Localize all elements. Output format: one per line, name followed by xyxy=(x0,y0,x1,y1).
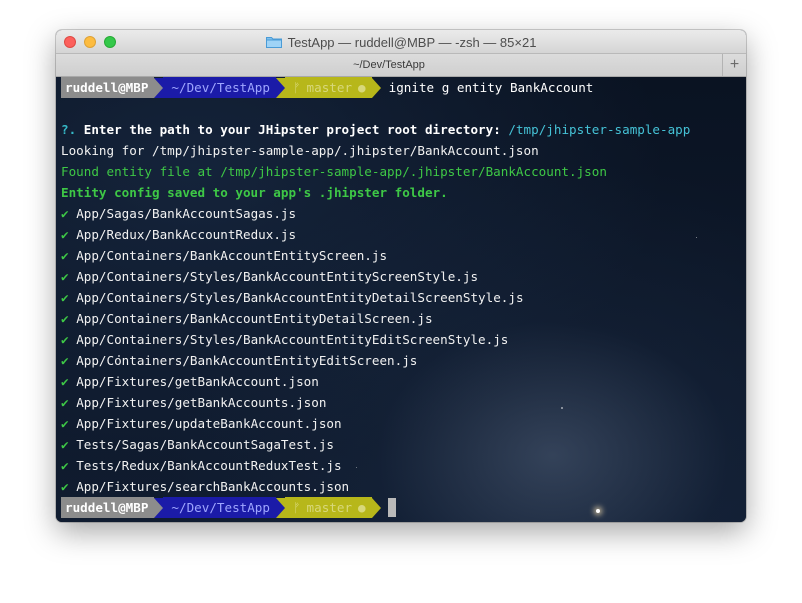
file-path: App/Fixtures/getBankAccounts.json xyxy=(76,395,327,410)
prompt-directory: ~/Dev/TestApp xyxy=(163,497,276,518)
file-path: Tests/Redux/BankAccountReduxTest.js xyxy=(76,458,342,473)
question-text: Enter the path to your JHipster project … xyxy=(83,122,501,137)
looking-line: Looking for /tmp/jhipster-sample-app/.jh… xyxy=(61,143,539,158)
text-cursor[interactable] xyxy=(387,498,396,517)
question-line: ?. Enter the path to your JHipster proje… xyxy=(61,119,741,140)
file-created-line: ✔ App/Containers/BankAccountEntityScreen… xyxy=(61,245,741,266)
checkmark-icon: ✔ xyxy=(61,416,69,431)
checkmark-icon: ✔ xyxy=(61,458,69,473)
file-created-line: ✔ App/Containers/Styles/BankAccountEntit… xyxy=(61,266,741,287)
file-path: App/Fixtures/updateBankAccount.json xyxy=(76,416,342,431)
file-path: App/Containers/BankAccountEntityDetailSc… xyxy=(76,311,433,326)
file-path: App/Containers/BankAccountEntityEditScre… xyxy=(76,353,418,368)
checkmark-icon: ✔ xyxy=(61,479,69,494)
file-created-line: ✔ App/Fixtures/getBankAccounts.json xyxy=(61,392,741,413)
powerline-separator xyxy=(154,497,164,518)
file-created-line: ✔ App/Redux/BankAccountRedux.js xyxy=(61,224,741,245)
tab-testapp[interactable]: ~/Dev/TestApp xyxy=(56,54,722,76)
folder-icon xyxy=(265,37,282,48)
checkmark-icon: ✔ xyxy=(61,395,69,410)
checkmark-icon: ✔ xyxy=(61,332,69,347)
file-path: Tests/Sagas/BankAccountSagaTest.js xyxy=(76,437,334,452)
file-path: App/Fixtures/searchBankAccounts.json xyxy=(76,479,350,494)
file-path: App/Containers/Styles/BankAccountEntityD… xyxy=(76,290,524,305)
file-path: App/Redux/BankAccountRedux.js xyxy=(76,227,297,242)
prompt-directory: ~/Dev/TestApp xyxy=(163,77,276,98)
tab-label: ~/Dev/TestApp xyxy=(353,59,425,71)
window-title: TestApp — ruddell@MBP — -zsh — 85×21 xyxy=(287,34,537,50)
git-branch-name: master xyxy=(306,80,353,95)
question-mark: ?. xyxy=(61,122,77,137)
file-created-line: ✔ App/Fixtures/getBankAccount.json xyxy=(61,371,741,392)
file-created-line: ✔ Tests/Redux/BankAccountReduxTest.js xyxy=(61,455,741,476)
question-answer: /tmp/jhipster-sample-app xyxy=(508,122,691,137)
terminal-window: TestApp — ruddell@MBP — -zsh — 85×21 ~/D… xyxy=(56,30,746,522)
tab-bar: ~/Dev/TestApp + xyxy=(56,54,746,77)
powerline-separator xyxy=(275,497,285,518)
checkmark-icon: ✔ xyxy=(61,269,69,284)
prompt-git: ᚠ master ● xyxy=(284,497,372,518)
file-created-line: ✔ App/Containers/Styles/BankAccountEntit… xyxy=(61,287,741,308)
found-line: Found entity file at /tmp/jhipster-sampl… xyxy=(61,164,607,179)
generated-file-list: ✔ App/Sagas/BankAccountSagas.js ✔ App/Red… xyxy=(61,203,741,497)
checkmark-icon: ✔ xyxy=(61,206,69,221)
checkmark-icon: ✔ xyxy=(61,248,69,263)
file-created-line: ✔ App/Fixtures/searchBankAccounts.json xyxy=(61,476,741,497)
saved-line: Entity config saved to your app's .jhips… xyxy=(61,185,448,200)
title-bar[interactable]: TestApp — ruddell@MBP — -zsh — 85×21 xyxy=(56,30,746,54)
terminal-lines: ruddell@MBP ~/Dev/TestApp ᚠ master ● ign… xyxy=(61,77,741,518)
powerline-separator xyxy=(154,77,164,98)
file-created-line: ✔ App/Containers/Styles/BankAccountEntit… xyxy=(61,329,741,350)
new-tab-button[interactable]: + xyxy=(722,54,746,76)
checkmark-icon: ✔ xyxy=(61,311,69,326)
file-created-line: ✔ App/Fixtures/updateBankAccount.json xyxy=(61,413,741,434)
terminal-content[interactable]: ruddell@MBP ~/Dev/TestApp ᚠ master ● ign… xyxy=(56,77,746,522)
file-path: App/Sagas/BankAccountSagas.js xyxy=(76,206,297,221)
file-path: App/Containers/Styles/BankAccountEntityE… xyxy=(76,332,509,347)
git-branch-icon: ᚠ xyxy=(292,500,301,515)
file-path: App/Containers/BankAccountEntityScreen.j… xyxy=(76,248,388,263)
git-branch-name: master xyxy=(306,500,353,515)
checkmark-icon: ✔ xyxy=(61,353,69,368)
prompt-line: ruddell@MBP ~/Dev/TestApp ᚠ master ● xyxy=(61,497,741,518)
checkmark-icon: ✔ xyxy=(61,227,69,242)
powerline-separator xyxy=(275,77,285,98)
checkmark-icon: ✔ xyxy=(61,374,69,389)
file-created-line: ✔ App/Containers/BankAccountEntityEditSc… xyxy=(61,350,741,371)
powerline-separator xyxy=(371,77,381,98)
prompt-line: ruddell@MBP ~/Dev/TestApp ᚠ master ● ign… xyxy=(61,77,741,98)
file-created-line: ✔ App/Containers/BankAccountEntityDetail… xyxy=(61,308,741,329)
powerline-separator xyxy=(371,497,381,518)
checkmark-icon: ✔ xyxy=(61,290,69,305)
window-title-group: TestApp — ruddell@MBP — -zsh — 85×21 xyxy=(56,30,746,54)
git-dirty-indicator: ● xyxy=(358,500,366,515)
file-created-line: ✔ Tests/Sagas/BankAccountSagaTest.js xyxy=(61,434,741,455)
command-text: ignite g entity BankAccount xyxy=(388,80,594,95)
git-branch-icon: ᚠ xyxy=(292,80,301,95)
prompt-user: ruddell@MBP xyxy=(61,77,155,98)
prompt-user: ruddell@MBP xyxy=(61,497,155,518)
file-path: App/Fixtures/getBankAccount.json xyxy=(76,374,319,389)
prompt-git: ᚠ master ● xyxy=(284,77,372,98)
file-created-line: ✔ App/Sagas/BankAccountSagas.js xyxy=(61,203,741,224)
file-path: App/Containers/Styles/BankAccountEntityS… xyxy=(76,269,479,284)
git-dirty-indicator: ● xyxy=(358,80,366,95)
checkmark-icon: ✔ xyxy=(61,437,69,452)
